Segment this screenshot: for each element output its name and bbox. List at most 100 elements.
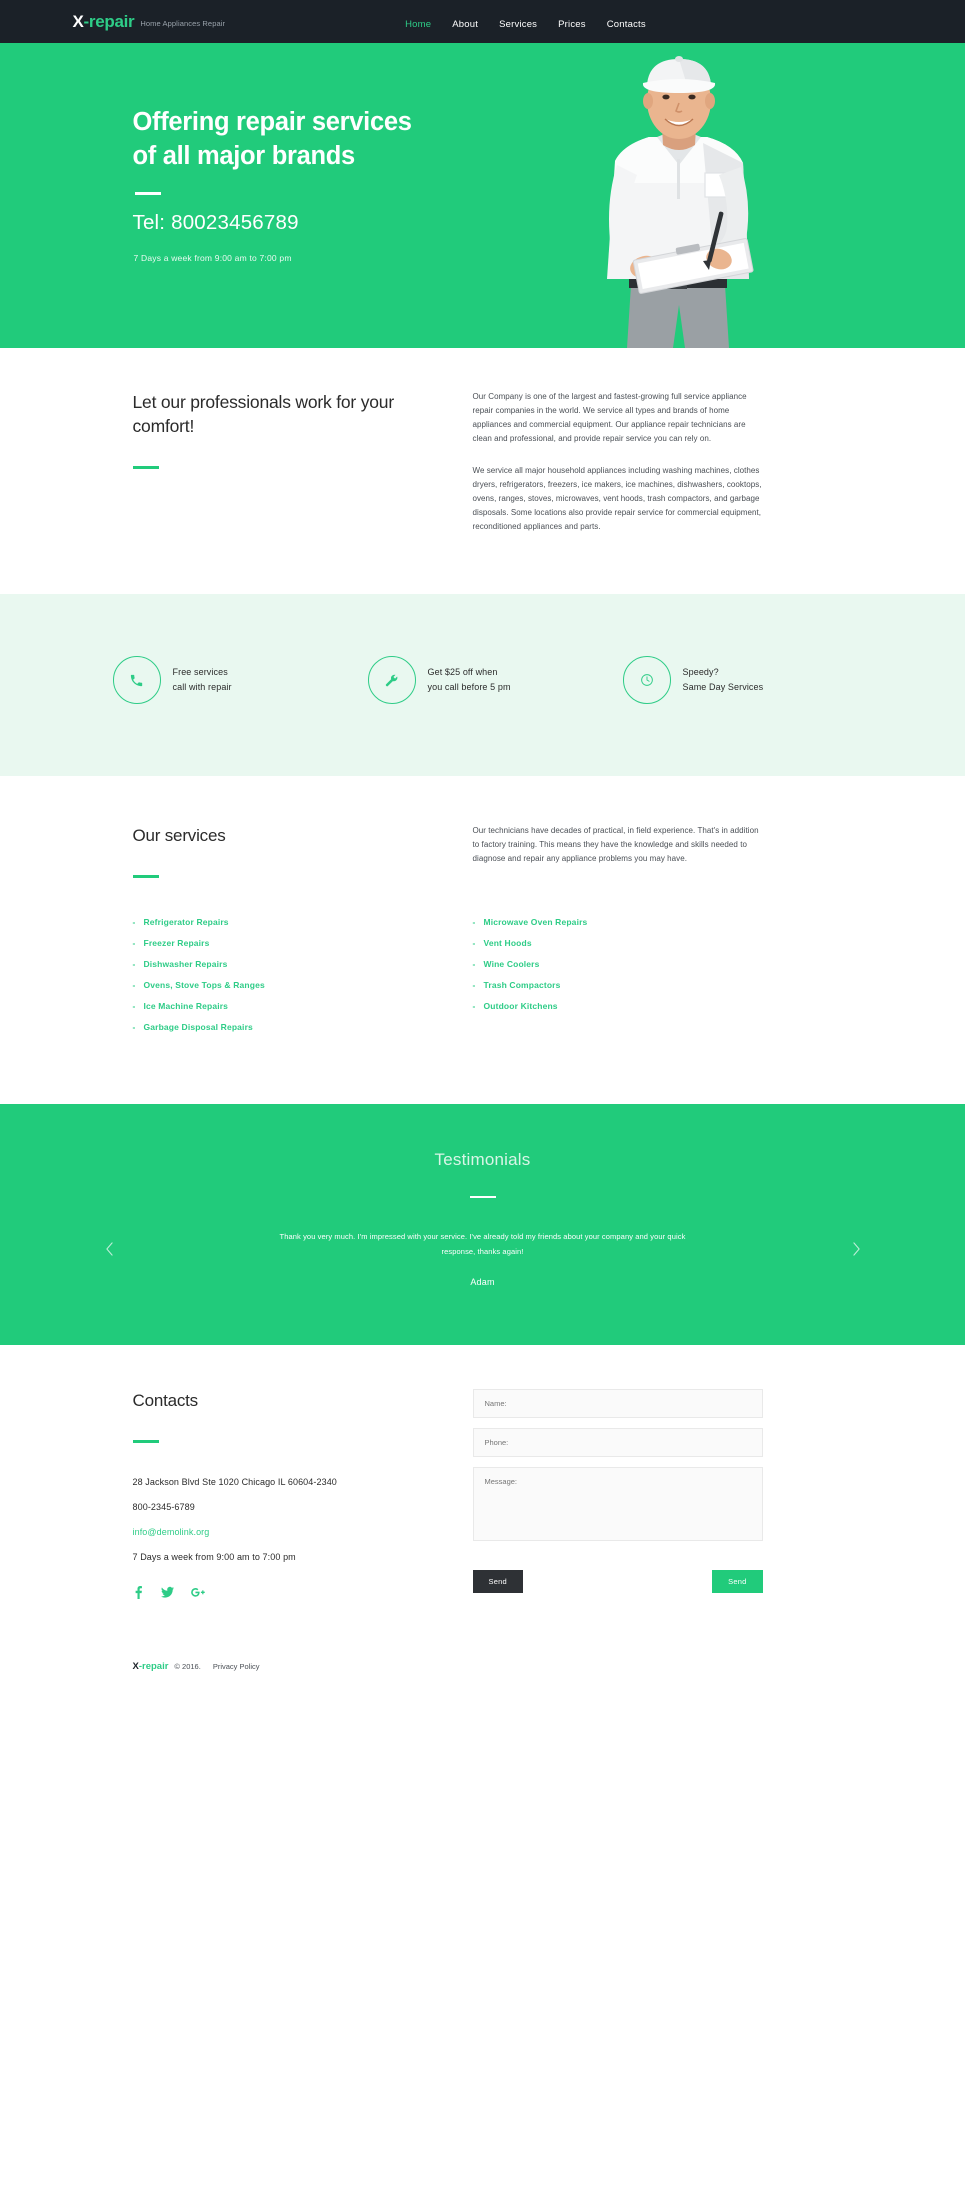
list-dash: - [472,938,476,949]
service-link[interactable]: - Wine Coolers [473,954,773,975]
contacts-heading: Contacts [132,1390,199,1410]
brand-logo[interactable]: X-repair Home Appliances Repair [73,12,226,32]
services-column-2: - Microwave Oven Repairs - Vent Hoods - Win… [473,912,773,1038]
hero-hours: 7 Days a week from 9:00 am to 7:00 pm [133,253,292,263]
logo-repair: -repair [83,11,135,31]
logo-text: X-repair [73,12,135,32]
send-button-dark[interactable]: Send [472,1569,523,1593]
privacy-policy-link[interactable]: Privacy Policy [213,1662,260,1671]
list-dash: - [132,938,136,949]
about-section: Let our professionals work for your comf… [0,348,965,594]
facebook-icon[interactable] [133,1585,144,1601]
footer-logo[interactable]: X-repair [133,1661,169,1672]
technician-photo [606,56,754,348]
testimonial-quote: Thank you very much. I'm impressed with … [279,1232,686,1256]
phone-input[interactable] [472,1427,763,1457]
twitter-glyph [160,1586,174,1598]
social-links [133,1585,433,1601]
service-link[interactable]: - Ovens, Stove Tops & Ranges [133,975,433,996]
hero-title: Offering repair services of all major bra… [133,106,412,174]
twitter-icon[interactable] [160,1586,174,1601]
testimonial-author: Adam [470,1276,495,1287]
phone-icon [130,674,143,686]
about-heading-block: Let our professionals work for your comf… [132,390,433,534]
nav-item-contacts[interactable]: Contacts [607,19,646,30]
hero-telephone: Tel: 80023456789 [132,211,299,234]
carousel-next-button[interactable] [852,1242,861,1259]
list-dash: - [132,959,136,970]
logo-x: X [72,11,84,31]
list-dash: - [132,917,136,928]
services-heading: Our services [132,826,226,845]
nav-item-about[interactable]: About [452,19,478,30]
service-link[interactable]: - Freezer Repairs [133,933,433,954]
about-paragraph-2: We service all major household appliance… [472,466,762,531]
feature-line2: you call before 5 pm [427,682,511,692]
services-divider [132,875,159,878]
nav-item-home[interactable]: Home [405,19,431,30]
hero-title-line1: Offering repair services [132,108,412,136]
brand-tagline: Home Appliances Repair [140,18,226,28]
send-button-green[interactable]: Send [712,1569,763,1593]
list-dash: - [132,1001,136,1012]
feature-line1: Get $25 off when [427,667,498,678]
service-link[interactable]: - Outdoor Kitchens [473,996,773,1017]
site-header: X-repair Home Appliances Repair Home Abo… [0,0,965,43]
footer-copyright: © 2016. [174,1661,201,1671]
google-plus-icon[interactable] [190,1586,205,1601]
name-input[interactable] [472,1388,763,1418]
feature-text: Get $25 off when you call before 5 pm [428,665,511,694]
service-label: Microwave Oven Repairs [483,917,588,928]
hero-section: Offering repair services of all major bra… [0,43,965,348]
about-divider [132,466,159,469]
about-text-block: Our Company is one of the largest and fa… [473,390,763,534]
list-dash: - [472,980,476,991]
features-section: Free services call with repair Get $25 o… [0,594,965,776]
footer-logo-repair: -repair [138,1660,169,1672]
service-link[interactable]: - Vent Hoods [473,933,773,954]
service-link[interactable]: - Ice Machine Repairs [133,996,433,1017]
services-intro: Our technicians have decades of practica… [472,826,759,863]
list-dash: - [472,1001,476,1012]
service-link[interactable]: - Microwave Oven Repairs [473,912,773,933]
list-dash: - [132,980,136,991]
contacts-section: Contacts 28 Jackson Blvd Ste 1020 Chicag… [0,1344,965,1631]
service-link[interactable]: - Trash Compactors [473,975,773,996]
feature-line2: Same Day Services [682,682,764,692]
nav-item-prices[interactable]: Prices [558,19,586,30]
message-textarea[interactable] [472,1466,763,1541]
service-label: Wine Coolers [483,959,540,970]
contact-email[interactable]: info@demolink.org [133,1527,433,1537]
list-dash: - [472,959,476,970]
service-link[interactable]: - Refrigerator Repairs [133,912,433,933]
service-link[interactable]: - Garbage Disposal Repairs [133,1017,433,1038]
service-label: Trash Compactors [483,980,561,991]
page-root: X-repair Home Appliances Repair Home Abo… [0,0,965,1706]
testimonials-divider [469,1195,496,1199]
contact-address: 28 Jackson Blvd Ste 1020 Chicago IL 6060… [132,1476,337,1487]
nav-item-services[interactable]: Services [499,19,537,30]
feature-line1: Speedy? [682,667,719,678]
service-label: Freezer Repairs [143,938,210,949]
facebook-glyph [135,1585,142,1599]
contacts-info-block: Contacts 28 Jackson Blvd Ste 1020 Chicag… [132,1389,433,1601]
service-label: Dishwasher Repairs [143,959,228,970]
contact-form: Send Send [472,1388,763,1601]
contact-phone[interactable]: 800-2345-6789 [133,1502,433,1512]
hero-divider [134,192,161,195]
main-navigation: Home About Services Prices Contacts [405,19,646,30]
contact-email-link[interactable]: info@demolink.org [133,1527,210,1537]
testimonials-section: Testimonials Thank you very much. I'm im… [0,1103,965,1345]
service-label: Outdoor Kitchens [483,1001,558,1012]
clock-icon [640,674,653,686]
service-link[interactable]: - Dishwasher Repairs [133,954,433,975]
services-intro-block: Our technicians have decades of practica… [473,824,763,878]
services-heading-block: Our services [132,824,433,878]
feature-line1: Free services [172,667,228,678]
service-label: Garbage Disposal Repairs [143,1022,253,1033]
chevron-left-icon [105,1242,113,1256]
carousel-prev-button[interactable] [105,1242,114,1259]
testimonials-title: Testimonials [434,1149,531,1169]
contacts-divider [132,1440,159,1443]
feature-text: Speedy? Same Day Services [683,665,764,694]
